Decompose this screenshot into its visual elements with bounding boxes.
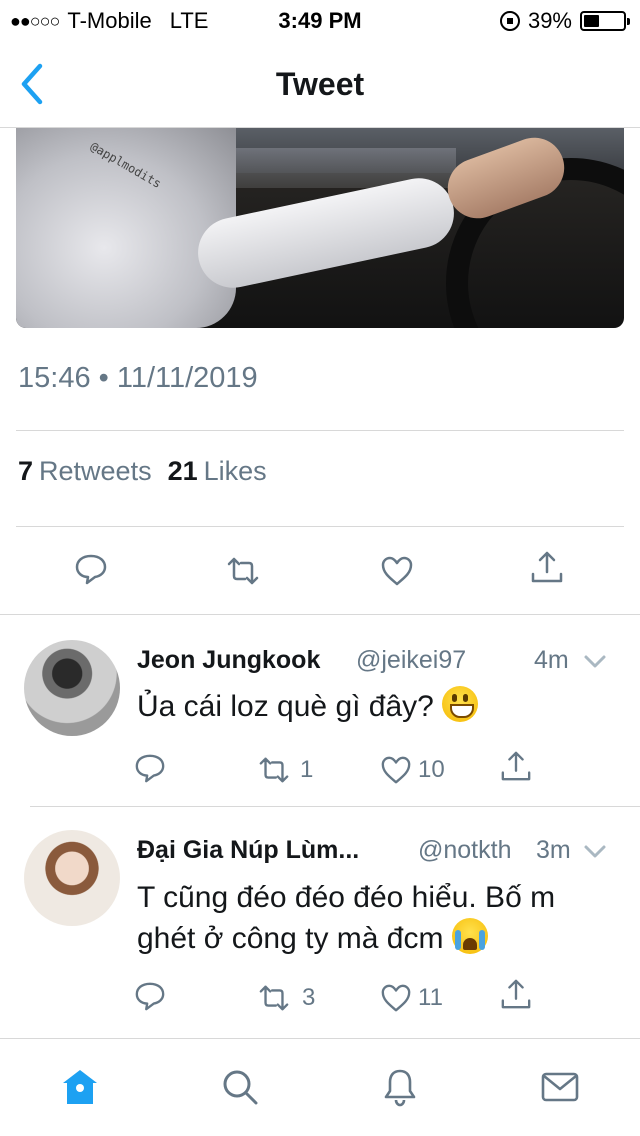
like-icon[interactable]: [380, 754, 412, 786]
reply-actions: 3 11: [0, 978, 640, 1018]
search-icon[interactable]: [220, 1067, 260, 1107]
reply-author-handle: @jeikei97: [356, 646, 467, 674]
reply-time: 4m: [534, 646, 569, 674]
chevron-down-icon[interactable]: [582, 648, 608, 674]
share-icon[interactable]: [500, 750, 532, 782]
tweet-stats: 7 Retweets 21 Likes: [18, 456, 267, 487]
reply-text: T cũng đéo đéo đéo hiểu. Bố m ghét ở côn…: [137, 878, 607, 959]
reply-tweet[interactable]: Đại Gia Núp Lùm... @notkth 3m T cũng đéo…: [0, 806, 640, 1036]
retweets-label: Retweets: [39, 456, 152, 486]
reply-author-name[interactable]: Jeon Jungkook: [137, 646, 320, 675]
tweet-actions: [0, 546, 640, 596]
likes-stat[interactable]: 21 Likes: [168, 456, 267, 487]
retweet-icon[interactable]: [226, 554, 260, 588]
retweet-icon[interactable]: [258, 754, 290, 786]
retweets-stat[interactable]: 7 Retweets: [18, 456, 152, 487]
tab-bar: [0, 1038, 640, 1136]
reply-text-content: Ủa cái loz què gì đây?: [137, 690, 434, 723]
avatar[interactable]: [24, 830, 120, 926]
battery-percent: 39%: [527, 8, 572, 33]
reply-like-count: 10: [418, 756, 445, 783]
messages-icon[interactable]: [540, 1067, 580, 1107]
reply-text-content: T cũng đéo đéo đéo hiểu. Bố m ghét ở côn…: [137, 881, 556, 955]
tweet-timestamp: 15:46 • 11/11/2019: [18, 362, 258, 394]
loudly-crying-face-emoji-icon: [451, 918, 488, 954]
rotation-lock-icon: [499, 11, 520, 31]
reply-retweet-count: 3: [302, 984, 316, 1011]
like-icon[interactable]: [380, 982, 412, 1014]
battery-fill: [584, 15, 599, 27]
reply-icon[interactable]: [134, 752, 166, 784]
like-icon[interactable]: [380, 554, 414, 588]
share-icon[interactable]: [530, 550, 564, 584]
avatar[interactable]: [24, 640, 120, 736]
page-title: Tweet: [275, 66, 365, 102]
reply-retweet-count: 1: [300, 756, 314, 783]
likes-count: 21: [167, 456, 198, 486]
reply-time: 3m: [536, 836, 571, 864]
reply-author-handle: @notkth: [418, 836, 512, 864]
battery-icon: [580, 11, 630, 31]
chevron-down-icon[interactable]: [582, 838, 608, 864]
tweet-media-image[interactable]: @applmodits: [16, 128, 624, 328]
divider: [16, 526, 624, 527]
reply-author-name[interactable]: Đại Gia Núp Lùm...: [137, 836, 359, 865]
reply-actions: 1 10: [0, 750, 640, 790]
notifications-icon[interactable]: [380, 1067, 420, 1107]
reply-icon[interactable]: [74, 552, 108, 586]
likes-label: Likes: [203, 456, 267, 486]
status-right: 39%: [499, 8, 630, 34]
retweets-count: 7: [18, 456, 34, 486]
grinning-face-emoji-icon: [442, 686, 479, 722]
reply-text: Ủa cái loz què gì đây?: [137, 686, 607, 727]
divider: [16, 430, 624, 431]
status-bar: ●●○○○ T-Mobile LTE 3:49 PM 39%: [0, 0, 640, 40]
reply-icon[interactable]: [134, 980, 166, 1012]
navigation-bar: Tweet: [0, 40, 640, 128]
home-icon[interactable]: [60, 1067, 100, 1107]
reply-tweet[interactable]: Jeon Jungkook @jeikei97 4m Ủa cái loz qu…: [0, 614, 640, 806]
reply-like-count: 11: [418, 984, 443, 1011]
retweet-icon[interactable]: [258, 982, 290, 1014]
share-icon[interactable]: [500, 978, 532, 1010]
